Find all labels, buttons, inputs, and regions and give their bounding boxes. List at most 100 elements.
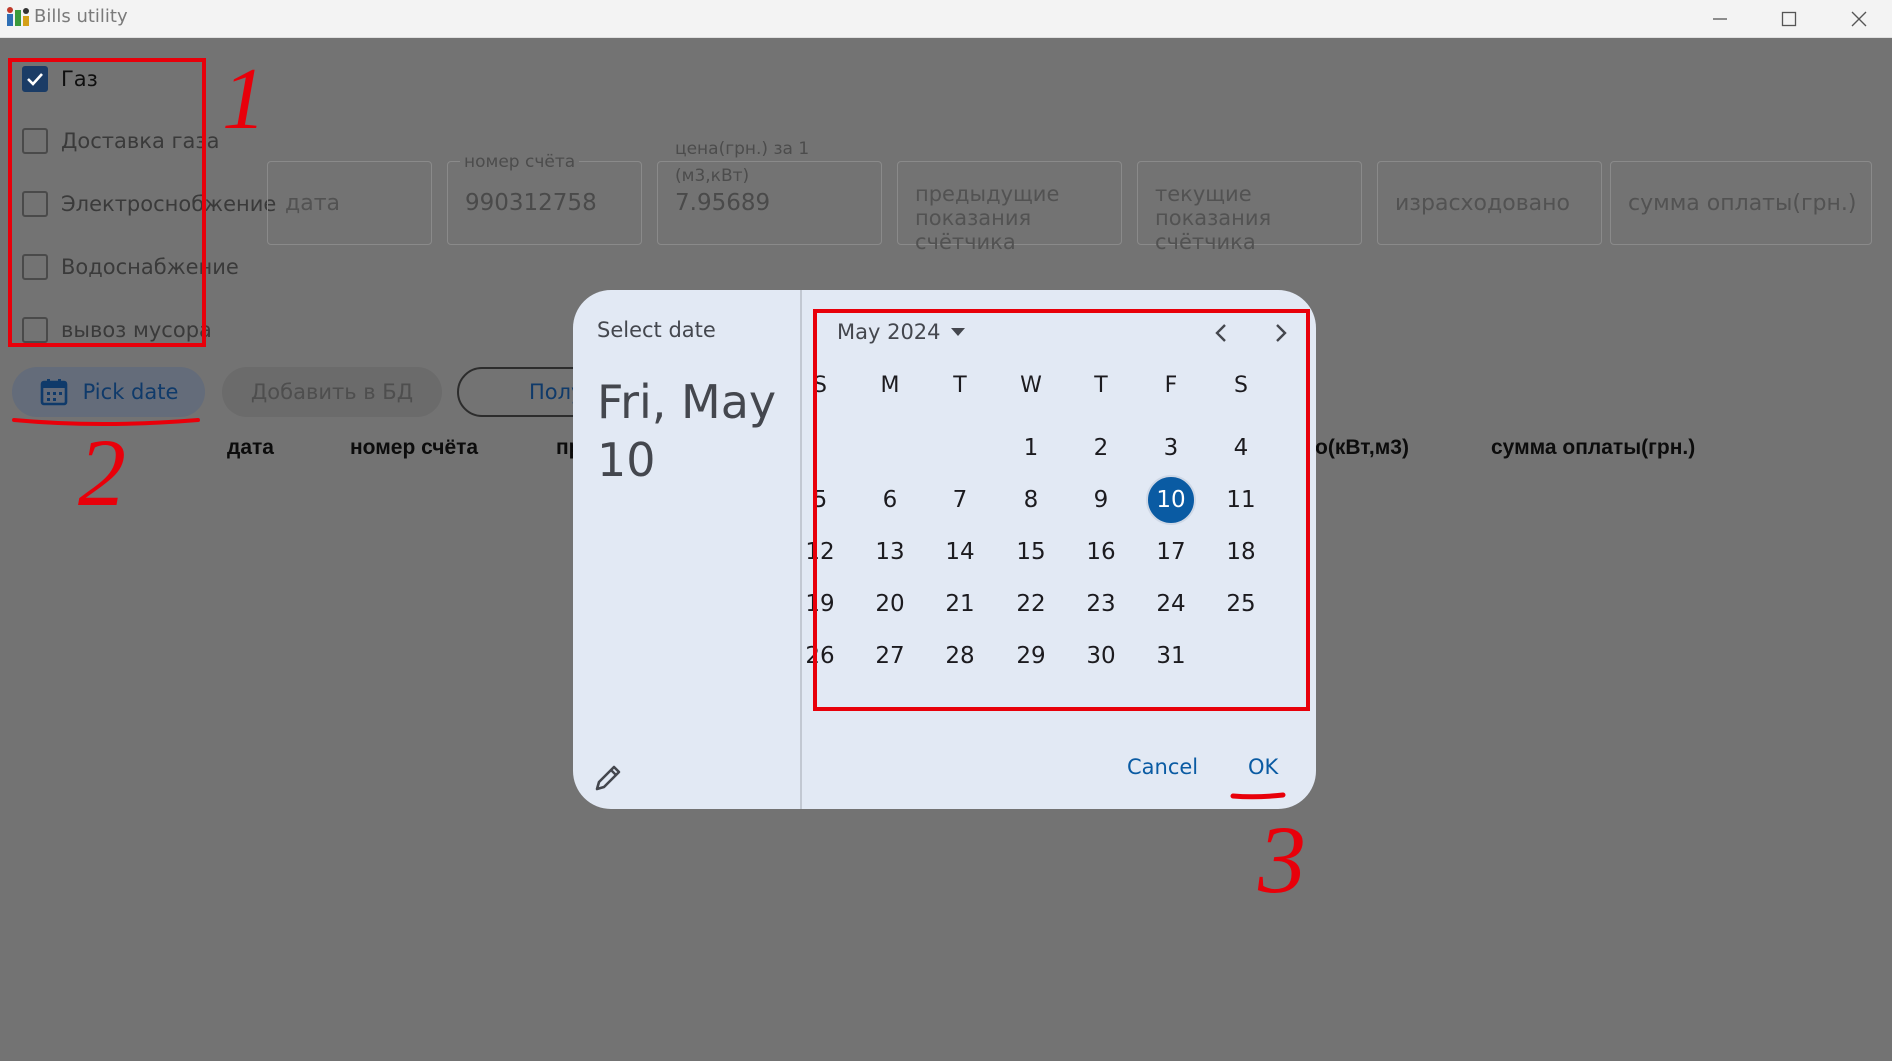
checkbox-water[interactable]: Водоснабжение (22, 250, 239, 284)
chevron-right-icon (1276, 324, 1287, 342)
calendar-day[interactable]: 17 (1146, 527, 1196, 577)
current-reading-field[interactable]: текущие показания счётчика (1137, 161, 1362, 254)
calendar-day-selected[interactable]: 10 (1146, 475, 1196, 525)
month-year-selector[interactable]: May 2024 (837, 320, 965, 344)
checkbox-label: Газ (61, 67, 98, 91)
calendar-day[interactable]: 27 (865, 631, 915, 681)
ok-button[interactable]: OK (1248, 755, 1278, 779)
dialog-title: Select date (597, 318, 716, 342)
chevron-left-icon (1215, 324, 1226, 342)
price-label-line1: цена(грн.) за 1 (675, 139, 810, 159)
weekday-label: S (1234, 373, 1248, 398)
checkbox-label: Водоснабжение (61, 255, 239, 279)
calendar-icon (40, 379, 67, 406)
calendar-day[interactable]: 5 (795, 475, 845, 525)
price-value: 7.95689 (675, 190, 771, 216)
calendar-day[interactable]: 26 (795, 631, 845, 681)
calendar-day[interactable]: 29 (1006, 631, 1056, 681)
calendar-day[interactable]: 11 (1216, 475, 1266, 525)
date-field[interactable]: дата (267, 161, 432, 245)
placeholder-line: текущие (1155, 182, 1252, 206)
calendar-day[interactable]: 8 (1006, 475, 1056, 525)
checkbox-label: вывоз мусора (61, 318, 212, 342)
add-to-db-button[interactable]: Добавить в БД (222, 367, 442, 417)
minimize-button[interactable] (1685, 0, 1755, 38)
calendar-day[interactable]: 16 (1076, 527, 1126, 577)
checkbox-checked-icon[interactable] (22, 66, 48, 92)
pick-date-label: Pick date (82, 380, 179, 404)
calendar-day[interactable]: 14 (935, 527, 985, 577)
used-field[interactable]: израсходовано (1377, 161, 1602, 245)
checkbox-unchecked-icon[interactable] (22, 128, 48, 154)
calendar-day[interactable]: 9 (1076, 475, 1126, 525)
calendar-day[interactable]: 23 (1076, 579, 1126, 629)
pick-date-button[interactable]: Pick date (12, 367, 205, 417)
cancel-button[interactable]: Cancel (1127, 755, 1198, 779)
calendar-day[interactable]: 13 (865, 527, 915, 577)
calendar-day[interactable]: 25 (1216, 579, 1266, 629)
date-picker-header-pane: Select date Fri, May 10 (573, 290, 802, 809)
add-to-db-label: Добавить в БД (250, 380, 414, 404)
checkbox-unchecked-icon[interactable] (22, 191, 48, 217)
weekday-label: M (880, 373, 900, 398)
selected-date-heading: Fri, May 10 (597, 373, 797, 489)
placeholder-line: показания (1155, 206, 1272, 230)
maximize-icon (1781, 11, 1797, 27)
maximize-button[interactable] (1754, 0, 1824, 38)
close-button[interactable] (1824, 0, 1892, 38)
calendar-day[interactable]: 24 (1146, 579, 1196, 629)
calendar-day[interactable]: 3 (1146, 423, 1196, 473)
annotation-number-2: 2 (78, 419, 126, 526)
calendar-day[interactable]: 7 (935, 475, 985, 525)
calendar-day[interactable]: 2 (1076, 423, 1126, 473)
calendar-day[interactable]: 30 (1076, 631, 1126, 681)
annotation-number-1: 1 (222, 51, 266, 148)
column-header-account: номер счёта (350, 436, 479, 459)
calendar-day[interactable]: 31 (1146, 631, 1196, 681)
calendar-day[interactable]: 22 (1006, 579, 1056, 629)
checkbox-electricity[interactable]: Электроснобжение (22, 187, 276, 221)
checkbox-garbage[interactable]: вывоз мусора (22, 313, 212, 347)
calendar-day[interactable]: 15 (1006, 527, 1056, 577)
annotation-underline-pick-date (12, 418, 200, 426)
calendar-day[interactable]: 1 (1006, 423, 1056, 473)
current-reading-placeholder: текущие показания счётчика (1155, 182, 1271, 254)
calendar-day[interactable]: 21 (935, 579, 985, 629)
calendar-day[interactable]: 20 (865, 579, 915, 629)
calendar-day[interactable]: 12 (795, 527, 845, 577)
calendar-day[interactable]: 6 (865, 475, 915, 525)
weekday-label: W (1020, 373, 1042, 398)
price-label-line2: (м3,кВт) (675, 166, 750, 186)
previous-reading-field[interactable]: предыдущие показания счётчика (897, 161, 1122, 254)
calendar-day[interactable]: 4 (1216, 423, 1266, 473)
calendar-day[interactable]: 28 (935, 631, 985, 681)
column-header-used: о(кВт,м3) (1315, 436, 1409, 459)
title-bar: Bills utility (0, 0, 1892, 38)
previous-month-button[interactable] (1203, 315, 1239, 351)
next-month-button[interactable] (1263, 315, 1299, 351)
placeholder-line: предыдущие (915, 182, 1060, 206)
weekday-label: F (1164, 373, 1178, 398)
sum-field[interactable]: сумма оплаты(грн.) (1610, 161, 1872, 245)
edit-pencil-icon[interactable] (591, 761, 625, 795)
sum-placeholder: сумма оплаты(грн.) (1628, 191, 1857, 216)
selected-date-line2: 10 (597, 433, 656, 487)
previous-reading-placeholder: предыдущие показания счётчика (915, 182, 1059, 254)
checkbox-label: Доставка газа (61, 129, 220, 153)
date-picker-dialog: Select date Fri, May 10 May 2024 S M T W T F S… (573, 290, 1316, 809)
minimize-icon (1713, 18, 1727, 20)
checkbox-unchecked-icon[interactable] (22, 317, 48, 343)
annotation-number-3: 3 (1257, 806, 1306, 913)
placeholder-line: счётчика (915, 230, 1016, 254)
checkbox-gas-delivery[interactable]: Доставка газа (22, 124, 219, 158)
weekday-label: S (813, 373, 827, 398)
checkbox-gas[interactable]: Газ (22, 62, 98, 96)
app-logo-icon (6, 6, 30, 28)
used-placeholder: израсходовано (1395, 191, 1570, 216)
selected-date-line1: Fri, May (597, 375, 777, 429)
calendar-day[interactable]: 18 (1216, 527, 1266, 577)
calendar-day[interactable]: 19 (795, 579, 845, 629)
placeholder-line: счётчика (1155, 230, 1256, 254)
month-year-label: May 2024 (837, 320, 941, 344)
checkbox-unchecked-icon[interactable] (22, 254, 48, 280)
